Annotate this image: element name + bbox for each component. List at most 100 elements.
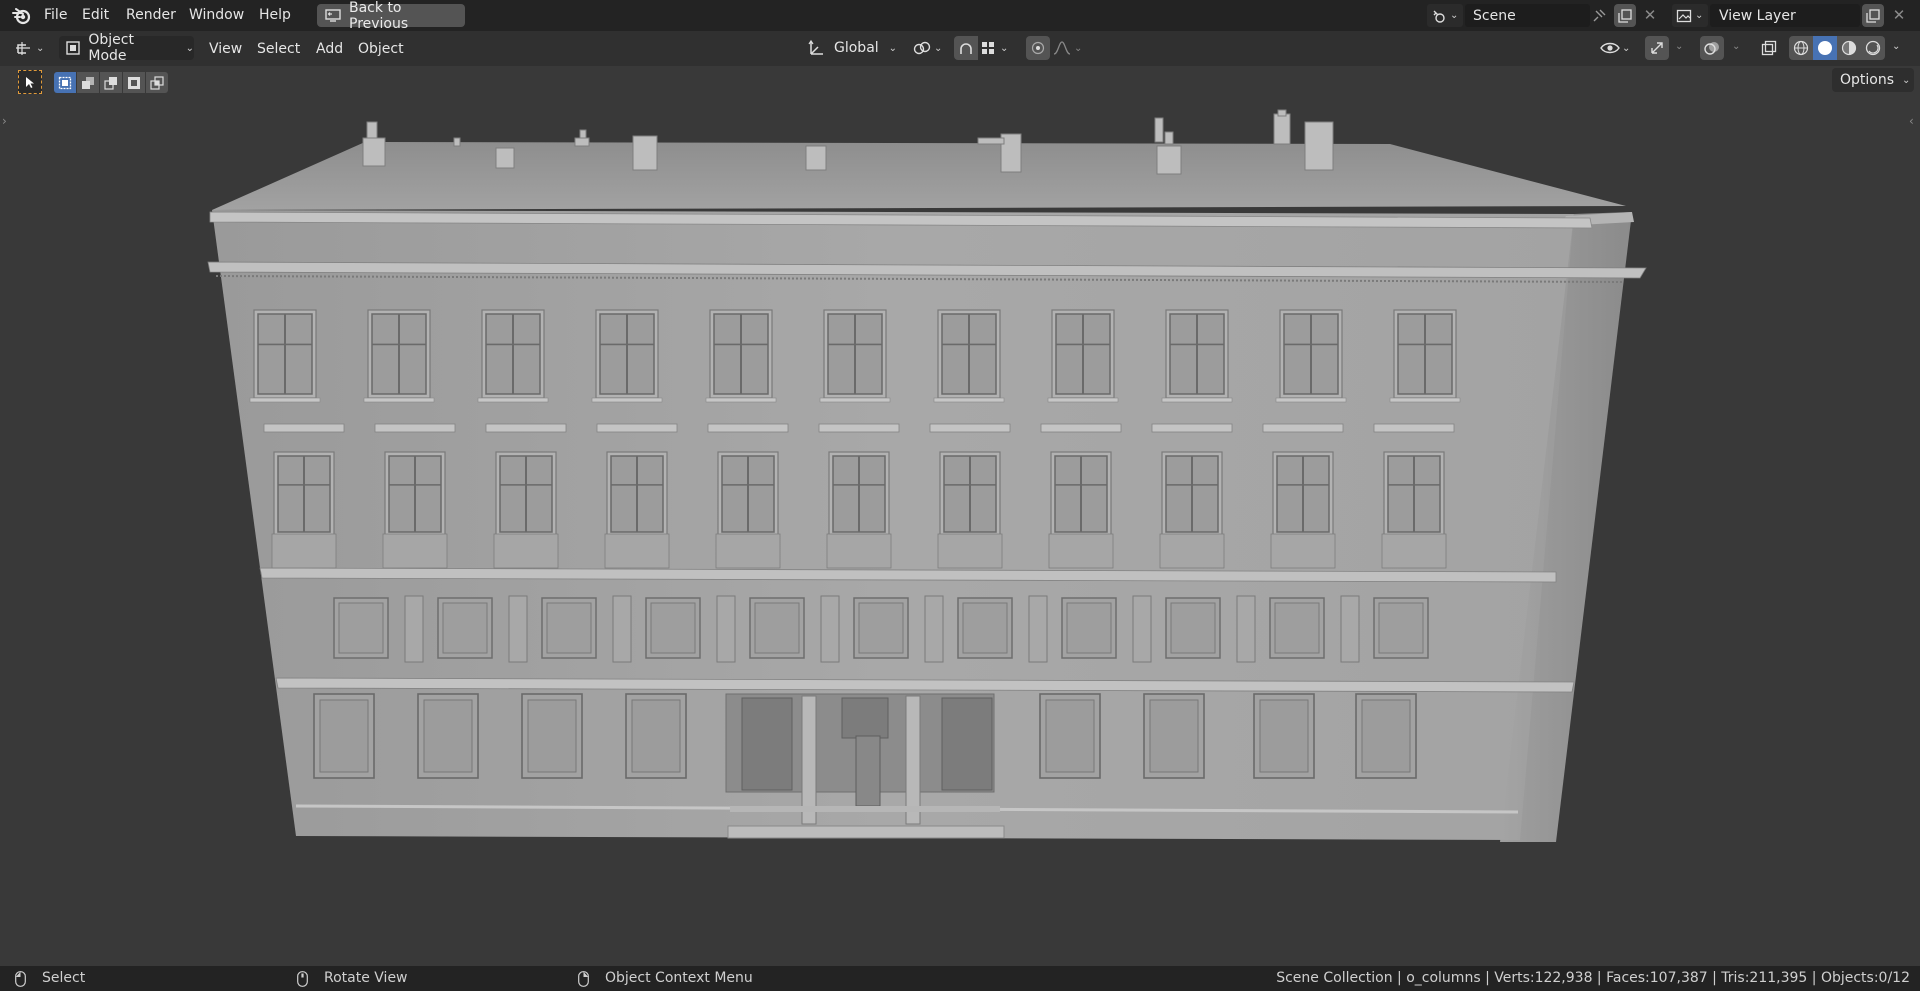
window-pane <box>249 397 321 403</box>
xray-toggle[interactable] <box>1757 36 1781 60</box>
overlay-dropdown[interactable]: ⌄ <box>1732 41 1740 52</box>
window-pane <box>508 595 528 663</box>
menu-add[interactable]: Add <box>316 40 343 58</box>
menu-edit[interactable]: Edit <box>82 6 109 24</box>
window-pane <box>1270 533 1336 569</box>
menu-window[interactable]: Window <box>189 6 244 24</box>
3d-viewport[interactable]: Options ⌄ › ‹ <box>0 66 1920 966</box>
object-mode-dropdown[interactable]: Object Mode ⌄ <box>59 32 194 64</box>
window-pane <box>1045 699 1095 773</box>
window-pane <box>374 423 456 433</box>
window-pane <box>263 423 345 433</box>
overlay-icon <box>1704 40 1720 56</box>
menu-help[interactable]: Help <box>259 6 291 24</box>
window-pane <box>1161 397 1233 403</box>
visibility-icon <box>1600 40 1620 56</box>
window-pane <box>819 397 891 403</box>
window-pane <box>929 423 1011 433</box>
window-pane <box>604 533 670 569</box>
proportional-edit-toggle[interactable] <box>1026 36 1050 60</box>
proportional-edit-icon <box>1031 41 1045 55</box>
viewport-header: ⌄ Object Mode ⌄ View Select Add Object G… <box>0 31 1920 66</box>
window-pane <box>1259 699 1309 773</box>
editor-type-icon <box>14 39 32 57</box>
window-pane <box>1047 397 1119 403</box>
scene-name-field[interactable]: Scene <box>1465 4 1590 27</box>
new-view-layer-button[interactable] <box>1862 4 1884 27</box>
window-pane <box>705 397 777 403</box>
transform-orientation-dropdown[interactable]: Global ⌄ <box>804 36 904 60</box>
window-pane <box>382 533 448 569</box>
view-layer-browse-button[interactable]: ⌄ <box>1672 4 1708 27</box>
window-pane <box>1361 699 1411 773</box>
gizmo-dropdown[interactable]: ⌄ <box>1675 41 1683 52</box>
material-shading-button[interactable] <box>1837 36 1861 60</box>
snap-grid-icon <box>980 40 996 56</box>
window-pane <box>1275 397 1347 403</box>
window-pane <box>319 699 369 773</box>
window-pane <box>1389 397 1461 403</box>
pin-icon[interactable] <box>1590 7 1608 25</box>
status-select-hint: Select <box>42 970 86 986</box>
solid-shading-button[interactable] <box>1813 36 1837 60</box>
window-pane <box>1340 595 1360 663</box>
window-pane <box>826 533 892 569</box>
overlay-toggle[interactable] <box>1700 36 1724 60</box>
shading-options-dropdown[interactable]: ⌄ <box>1892 41 1900 52</box>
snap-toggle[interactable] <box>954 36 978 60</box>
window-pane <box>933 397 1005 403</box>
window-pane <box>596 423 678 433</box>
falloff-icon <box>1053 40 1071 56</box>
window-pane <box>820 595 840 663</box>
window-pane <box>937 533 1003 569</box>
menu-render[interactable]: Render <box>126 6 176 24</box>
building-model[interactable] <box>0 66 1920 966</box>
pivot-point-dropdown[interactable]: ⌄ <box>912 36 948 60</box>
window-pane <box>1373 423 1455 433</box>
delete-view-layer-icon[interactable]: ✕ <box>1890 6 1908 24</box>
material-shading-icon <box>1841 40 1857 56</box>
scene-browse-button[interactable]: ⌄ <box>1427 4 1463 27</box>
object-mode-label: Object Mode <box>88 32 134 64</box>
gizmo-icon <box>1649 40 1665 56</box>
window-pane <box>1159 533 1225 569</box>
new-scene-button[interactable] <box>1614 4 1636 27</box>
menu-view[interactable]: View <box>209 40 242 58</box>
window-pane <box>962 602 1008 654</box>
wireframe-shading-icon <box>1793 40 1809 56</box>
snap-target-dropdown[interactable]: ⌄ <box>980 36 1016 60</box>
menu-select[interactable]: Select <box>257 40 300 58</box>
window-pane <box>612 595 632 663</box>
window-pane <box>818 423 900 433</box>
wireframe-shading-button[interactable] <box>1789 36 1813 60</box>
editor-type-button[interactable]: ⌄ <box>10 36 50 60</box>
window-pane <box>485 423 567 433</box>
view-layer-name-field[interactable]: View Layer <box>1710 4 1860 27</box>
delete-scene-icon[interactable]: ✕ <box>1641 6 1659 24</box>
window-pane <box>442 602 488 654</box>
rendered-shading-icon <box>1865 40 1881 56</box>
gizmo-toggle[interactable] <box>1645 36 1669 60</box>
back-to-previous-button[interactable]: Back to Previous <box>317 0 465 32</box>
window-pane <box>1149 699 1199 773</box>
window-pane <box>1381 533 1447 569</box>
window-pane <box>1040 423 1122 433</box>
view-layer-name-label: View Layer <box>1719 7 1796 24</box>
scene-name-label: Scene <box>1473 7 1516 24</box>
mouse-left-icon <box>14 970 26 987</box>
window-pane <box>715 533 781 569</box>
visibility-dropdown[interactable]: ⌄ <box>1600 36 1638 60</box>
blender-logo-icon[interactable] <box>10 5 32 27</box>
menu-object[interactable]: Object <box>358 40 404 58</box>
window-pane <box>707 423 789 433</box>
falloff-dropdown[interactable]: ⌄ <box>1053 36 1089 60</box>
rendered-shading-button[interactable] <box>1861 36 1885 60</box>
back-to-previous-label: Back to Previous <box>349 0 409 32</box>
window-pane <box>546 602 592 654</box>
snap-icon <box>958 40 974 56</box>
window-pane <box>477 397 549 403</box>
menu-file[interactable]: File <box>44 6 67 24</box>
mouse-middle-icon <box>296 970 308 987</box>
scene-icon <box>1431 8 1447 24</box>
window-pane <box>423 699 473 773</box>
